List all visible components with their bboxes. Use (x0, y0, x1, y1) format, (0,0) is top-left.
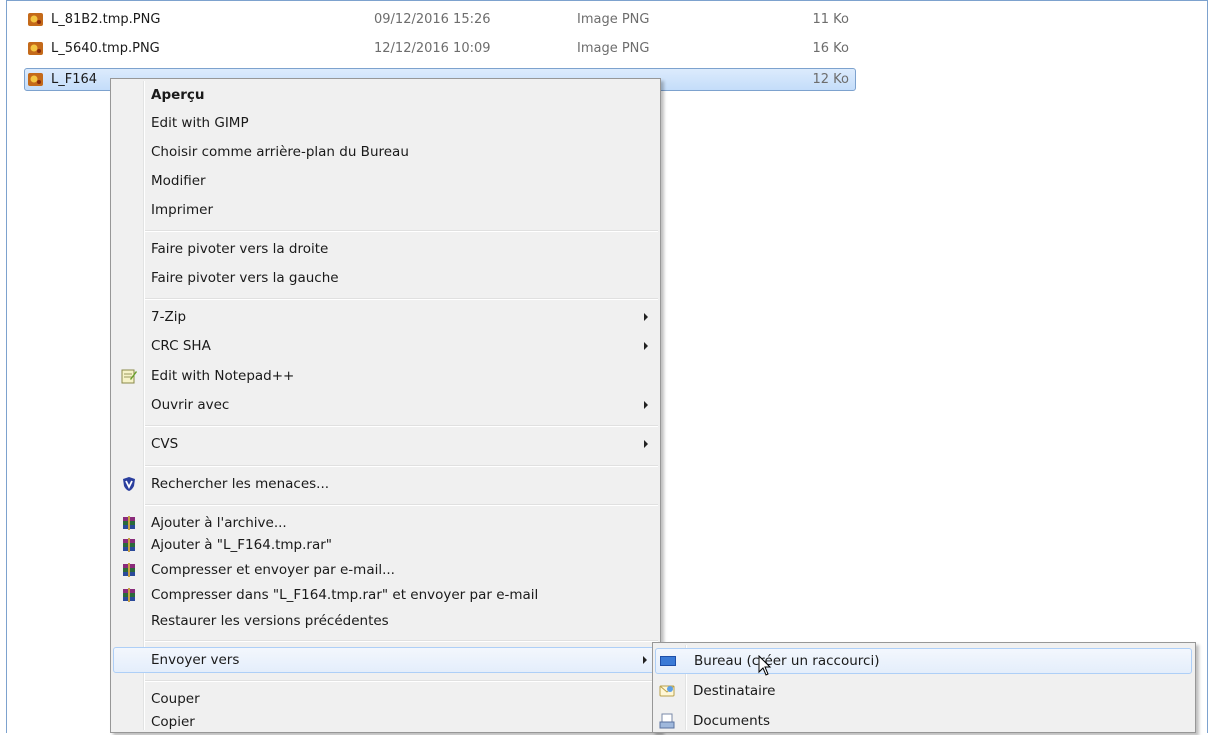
menu-item-label: Modifier (151, 173, 206, 189)
menu-item-label: CVS (151, 436, 179, 452)
menu-item-label: Documents (693, 713, 770, 729)
menu-separator (145, 425, 658, 427)
file-row[interactable]: L_81B2.tmp.PNG 09/12/2016 15:26 Image PN… (24, 8, 856, 31)
menu-item-label: Destinataire (693, 683, 776, 699)
file-name: L_F164 (51, 72, 98, 87)
menu-item-label: CRC SHA (151, 338, 211, 354)
menu-item-cvs[interactable]: CVS (113, 431, 658, 457)
menu-item-label: Faire pivoter vers la gauche (151, 270, 339, 286)
menu-separator (145, 680, 658, 682)
menu-item-open-with[interactable]: Ouvrir avec (113, 392, 658, 418)
mail-recipient-icon (659, 685, 675, 697)
menu-separator (145, 640, 658, 642)
submenu-item-mail-recipient[interactable]: Destinataire (655, 678, 1192, 704)
menu-item-label: Copier (151, 714, 195, 730)
submenu-arrow-icon (644, 440, 648, 448)
menu-separator (145, 504, 658, 506)
menu-item-modifier[interactable]: Modifier (113, 168, 658, 194)
menu-item-label: Compresser dans "L_F164.tmp.rar" et envo… (151, 587, 539, 603)
desktop-icon (660, 656, 676, 666)
window-border-top (6, 0, 1208, 1)
menu-item-crc-sha[interactable]: CRC SHA (113, 333, 658, 359)
menu-item-label: Compresser et envoyer par e-mail... (151, 562, 395, 578)
menu-item-compress-rar-email[interactable]: Compresser dans "L_F164.tmp.rar" et envo… (113, 582, 658, 608)
menu-item-label: Bureau (créer un raccourci) (694, 653, 880, 669)
menu-item-set-wallpaper[interactable]: Choisir comme arrière-plan du Bureau (113, 139, 658, 165)
documents-icon (659, 713, 675, 729)
menu-item-imprimer[interactable]: Imprimer (113, 197, 658, 223)
send-to-submenu: Bureau (créer un raccourci) Destinataire… (652, 642, 1196, 733)
file-size: 12 Ko (812, 72, 849, 87)
file-size: 16 Ko (812, 41, 849, 56)
mouse-cursor-icon (758, 655, 772, 676)
menu-item-compress-email[interactable]: Compresser et envoyer par e-mail... (113, 557, 658, 583)
winrar-icon (123, 563, 135, 577)
context-menu: Aperçu Edit with GIMP Choisir comme arri… (110, 78, 661, 733)
menu-item-apercu[interactable]: Aperçu (113, 82, 658, 108)
menu-item-label: Faire pivoter vers la droite (151, 241, 329, 257)
file-size: 11 Ko (812, 12, 849, 27)
menu-item-label: Ajouter à "L_F164.tmp.rar" (151, 537, 332, 553)
menu-item-edit-gimp[interactable]: Edit with GIMP (113, 110, 658, 136)
submenu-arrow-icon (644, 401, 648, 409)
file-row[interactable]: L_5640.tmp.PNG 12/12/2016 10:09 Image PN… (24, 37, 856, 60)
menu-item-rotate-right[interactable]: Faire pivoter vers la droite (113, 236, 658, 262)
menu-item-label: Envoyer vers (151, 652, 240, 668)
window-border-right (1207, 0, 1208, 733)
png-file-icon (28, 73, 43, 86)
menu-item-label: Restaurer les versions précédentes (151, 613, 389, 629)
menu-separator (145, 230, 658, 232)
menu-item-notepad-plus-plus[interactable]: Edit with Notepad++ (113, 363, 658, 389)
antivirus-shield-icon (123, 477, 135, 491)
png-file-icon (28, 13, 43, 26)
menu-item-send-to[interactable]: Envoyer vers (113, 647, 658, 673)
menu-item-label: 7-Zip (151, 309, 187, 325)
submenu-arrow-icon (643, 656, 647, 664)
winrar-icon (123, 588, 135, 602)
menu-item-label: Ouvrir avec (151, 397, 230, 413)
menu-separator (145, 298, 658, 300)
submenu-arrow-icon (644, 342, 648, 350)
file-name: L_5640.tmp.PNG (51, 41, 160, 56)
menu-item-add-rar[interactable]: Ajouter à "L_F164.tmp.rar" (113, 532, 658, 558)
submenu-item-desktop-shortcut[interactable]: Bureau (créer un raccourci) (655, 648, 1192, 674)
file-date: 09/12/2016 15:26 (374, 12, 491, 27)
menu-item-label: Choisir comme arrière-plan du Bureau (151, 144, 409, 160)
menu-separator (145, 465, 658, 467)
file-type: Image PNG (577, 41, 650, 56)
menu-item-scan-threats[interactable]: Rechercher les menaces... (113, 471, 658, 497)
file-type: Image PNG (577, 12, 650, 27)
menu-item-label: Rechercher les menaces... (151, 476, 330, 492)
menu-item-7zip[interactable]: 7-Zip (113, 304, 658, 330)
window-border-left (6, 0, 7, 733)
menu-item-rotate-left[interactable]: Faire pivoter vers la gauche (113, 265, 658, 291)
file-name: L_81B2.tmp.PNG (51, 12, 161, 27)
notepad-plus-plus-icon (121, 369, 137, 384)
file-date: 12/12/2016 10:09 (374, 41, 491, 56)
menu-item-restore-versions[interactable]: Restaurer les versions précédentes (113, 608, 658, 634)
menu-item-label: Edit with GIMP (151, 115, 249, 131)
submenu-item-documents[interactable]: Documents (655, 708, 1192, 734)
winrar-icon (123, 516, 135, 530)
png-file-icon (28, 42, 43, 55)
menu-item-label: Edit with Notepad++ (151, 368, 295, 384)
winrar-icon (123, 538, 135, 552)
submenu-arrow-icon (644, 313, 648, 321)
menu-item-label: Aperçu (151, 87, 205, 103)
menu-item-label: Imprimer (151, 202, 214, 218)
menu-item-copy[interactable]: Copier (113, 709, 658, 735)
